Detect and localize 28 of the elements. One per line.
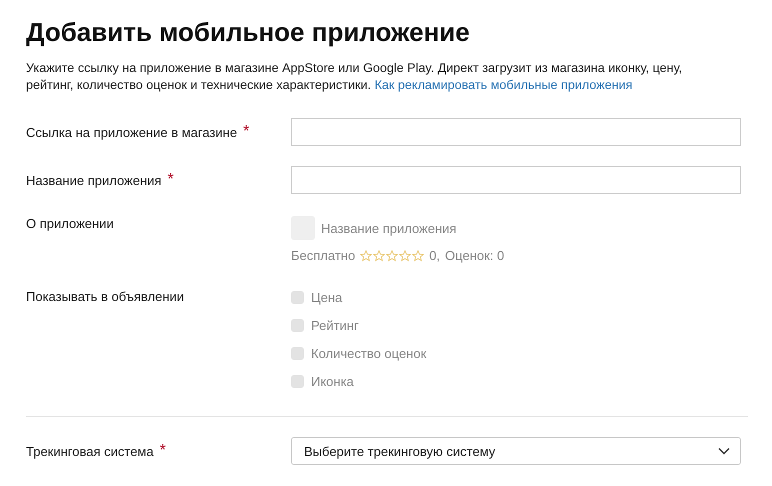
field-label: Показывать в объявлении xyxy=(26,289,184,304)
star-icon xyxy=(399,250,412,262)
price-text: Бесплатно xyxy=(291,248,356,263)
checkbox-label: Количество оценок xyxy=(311,346,426,361)
checkbox-label: Рейтинг xyxy=(311,318,359,333)
star-icon xyxy=(360,250,372,262)
chevron-down-icon xyxy=(718,447,730,455)
required-mark: * xyxy=(243,124,250,138)
ratings-count-text: Оценок: 0 xyxy=(445,248,504,263)
star-icon xyxy=(386,250,398,262)
field-label: О приложении xyxy=(26,216,114,231)
field-label: Трекинговая система xyxy=(26,444,154,458)
star-icon xyxy=(373,250,386,262)
page-title: Добавить мобильное приложение xyxy=(26,16,471,48)
help-link[interactable]: Как рекламировать мобильные приложения xyxy=(374,78,633,92)
star-icon xyxy=(412,250,424,262)
input-field[interactable] xyxy=(291,118,741,146)
tracking-select[interactable]: Выберите трекинговую систему xyxy=(291,437,741,465)
field-label: Название приложения xyxy=(26,172,162,188)
field-label: Ссылка на приложение в магазине xyxy=(26,124,238,140)
required-mark: * xyxy=(160,444,166,458)
app-name-text: Название приложения xyxy=(321,220,456,236)
rating-text: 0, xyxy=(429,248,440,263)
checkbox-label: Иконка xyxy=(311,374,354,389)
input-field[interactable] xyxy=(291,166,741,194)
required-mark: * xyxy=(167,172,174,186)
description-text: Укажите ссылку на приложение в магазине AppStore или Google Play. Директ загрузит из магазина иконку, цену, рейтинг, количество оценок и технические характеристики. Как рекламировать мобильные приложения xyxy=(26,60,684,94)
checkbox-label: Цена xyxy=(311,290,342,305)
